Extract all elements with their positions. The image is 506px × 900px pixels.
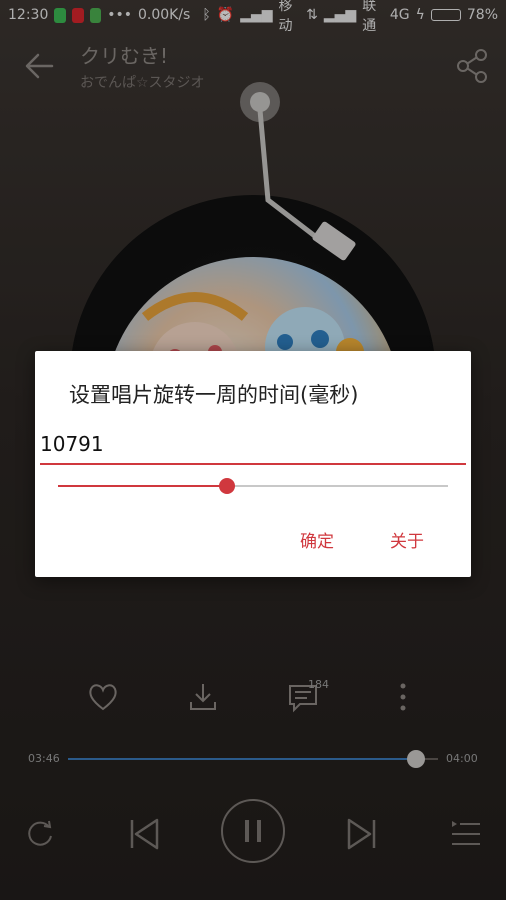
download-icon [190, 684, 216, 710]
playlist-button[interactable] [446, 814, 486, 854]
comment-count: 184 [308, 678, 329, 691]
seek-bar[interactable] [68, 750, 438, 768]
playback-controls [0, 796, 506, 866]
slider-thumb[interactable] [219, 478, 236, 494]
repeat-button[interactable] [20, 814, 60, 854]
confirm-button[interactable]: 确定 [300, 527, 334, 552]
download-button[interactable] [178, 672, 228, 722]
more-button[interactable] [378, 672, 428, 722]
playback-progress: 03:46 04:00 [0, 746, 506, 772]
rotation-time-slider[interactable] [58, 476, 448, 496]
previous-button[interactable] [124, 814, 164, 854]
heart-icon [89, 684, 117, 711]
seek-thumb[interactable] [406, 750, 425, 768]
seek-bar-fill [68, 758, 416, 760]
rotation-time-input[interactable] [40, 425, 466, 465]
playlist-icon [452, 821, 480, 845]
next-icon [347, 818, 376, 850]
pause-button[interactable] [221, 799, 285, 863]
action-row [0, 672, 506, 722]
repeat-icon [28, 820, 52, 846]
dialog-title: 设置唱片旋转一周的时间(毫秒) [69, 383, 359, 407]
pause-icon [221, 799, 285, 863]
rotation-time-dialog: 设置唱片旋转一周的时间(毫秒) 确定 关于 [35, 351, 471, 577]
slider-fill [58, 485, 228, 487]
previous-icon [130, 818, 159, 850]
next-button[interactable] [342, 814, 382, 854]
total-time: 04:00 [446, 752, 478, 765]
more-vertical-icon [400, 683, 406, 711]
about-button[interactable]: 关于 [390, 527, 424, 552]
current-time: 03:46 [28, 752, 60, 765]
like-button[interactable] [78, 672, 128, 722]
